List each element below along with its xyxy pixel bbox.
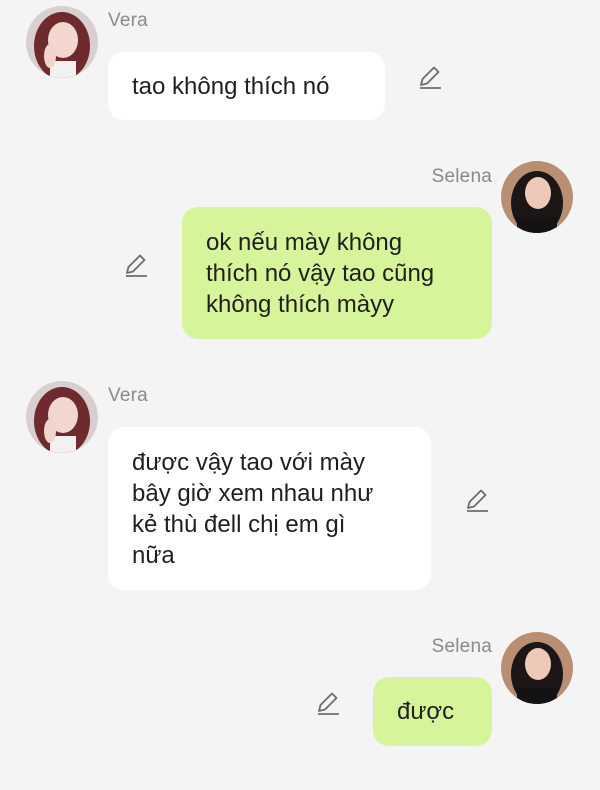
edit-icon[interactable] bbox=[464, 487, 490, 513]
message-text: được vậy tao với mày bây giờ xem nhau nh… bbox=[132, 448, 374, 569]
edit-icon[interactable] bbox=[417, 64, 443, 90]
message-text: tao không thích nó bbox=[132, 72, 330, 100]
sender-name-selena: Selena bbox=[431, 166, 492, 187]
avatar-vera[interactable] bbox=[26, 381, 98, 453]
message-bubble-outgoing[interactable]: được bbox=[373, 677, 492, 746]
edit-icon[interactable] bbox=[315, 690, 341, 716]
message-text: ok nếu mày không thích nó vậy tao cũng k… bbox=[206, 228, 435, 318]
avatar-selena[interactable] bbox=[501, 161, 573, 233]
sender-name-selena: Selena bbox=[431, 636, 492, 657]
edit-icon[interactable] bbox=[123, 252, 149, 278]
sender-name-vera: Vera bbox=[108, 385, 148, 406]
message-text: được bbox=[397, 698, 455, 725]
avatar-selena[interactable] bbox=[501, 632, 573, 704]
message-bubble-outgoing[interactable]: ok nếu mày không thích nó vậy tao cũng k… bbox=[182, 207, 492, 339]
sender-name-vera: Vera bbox=[108, 10, 148, 31]
message-bubble-incoming[interactable]: được vậy tao với mày bây giờ xem nhau nh… bbox=[108, 427, 431, 590]
avatar-vera[interactable] bbox=[26, 6, 98, 78]
message-bubble-incoming[interactable]: tao không thích nó bbox=[108, 52, 385, 120]
